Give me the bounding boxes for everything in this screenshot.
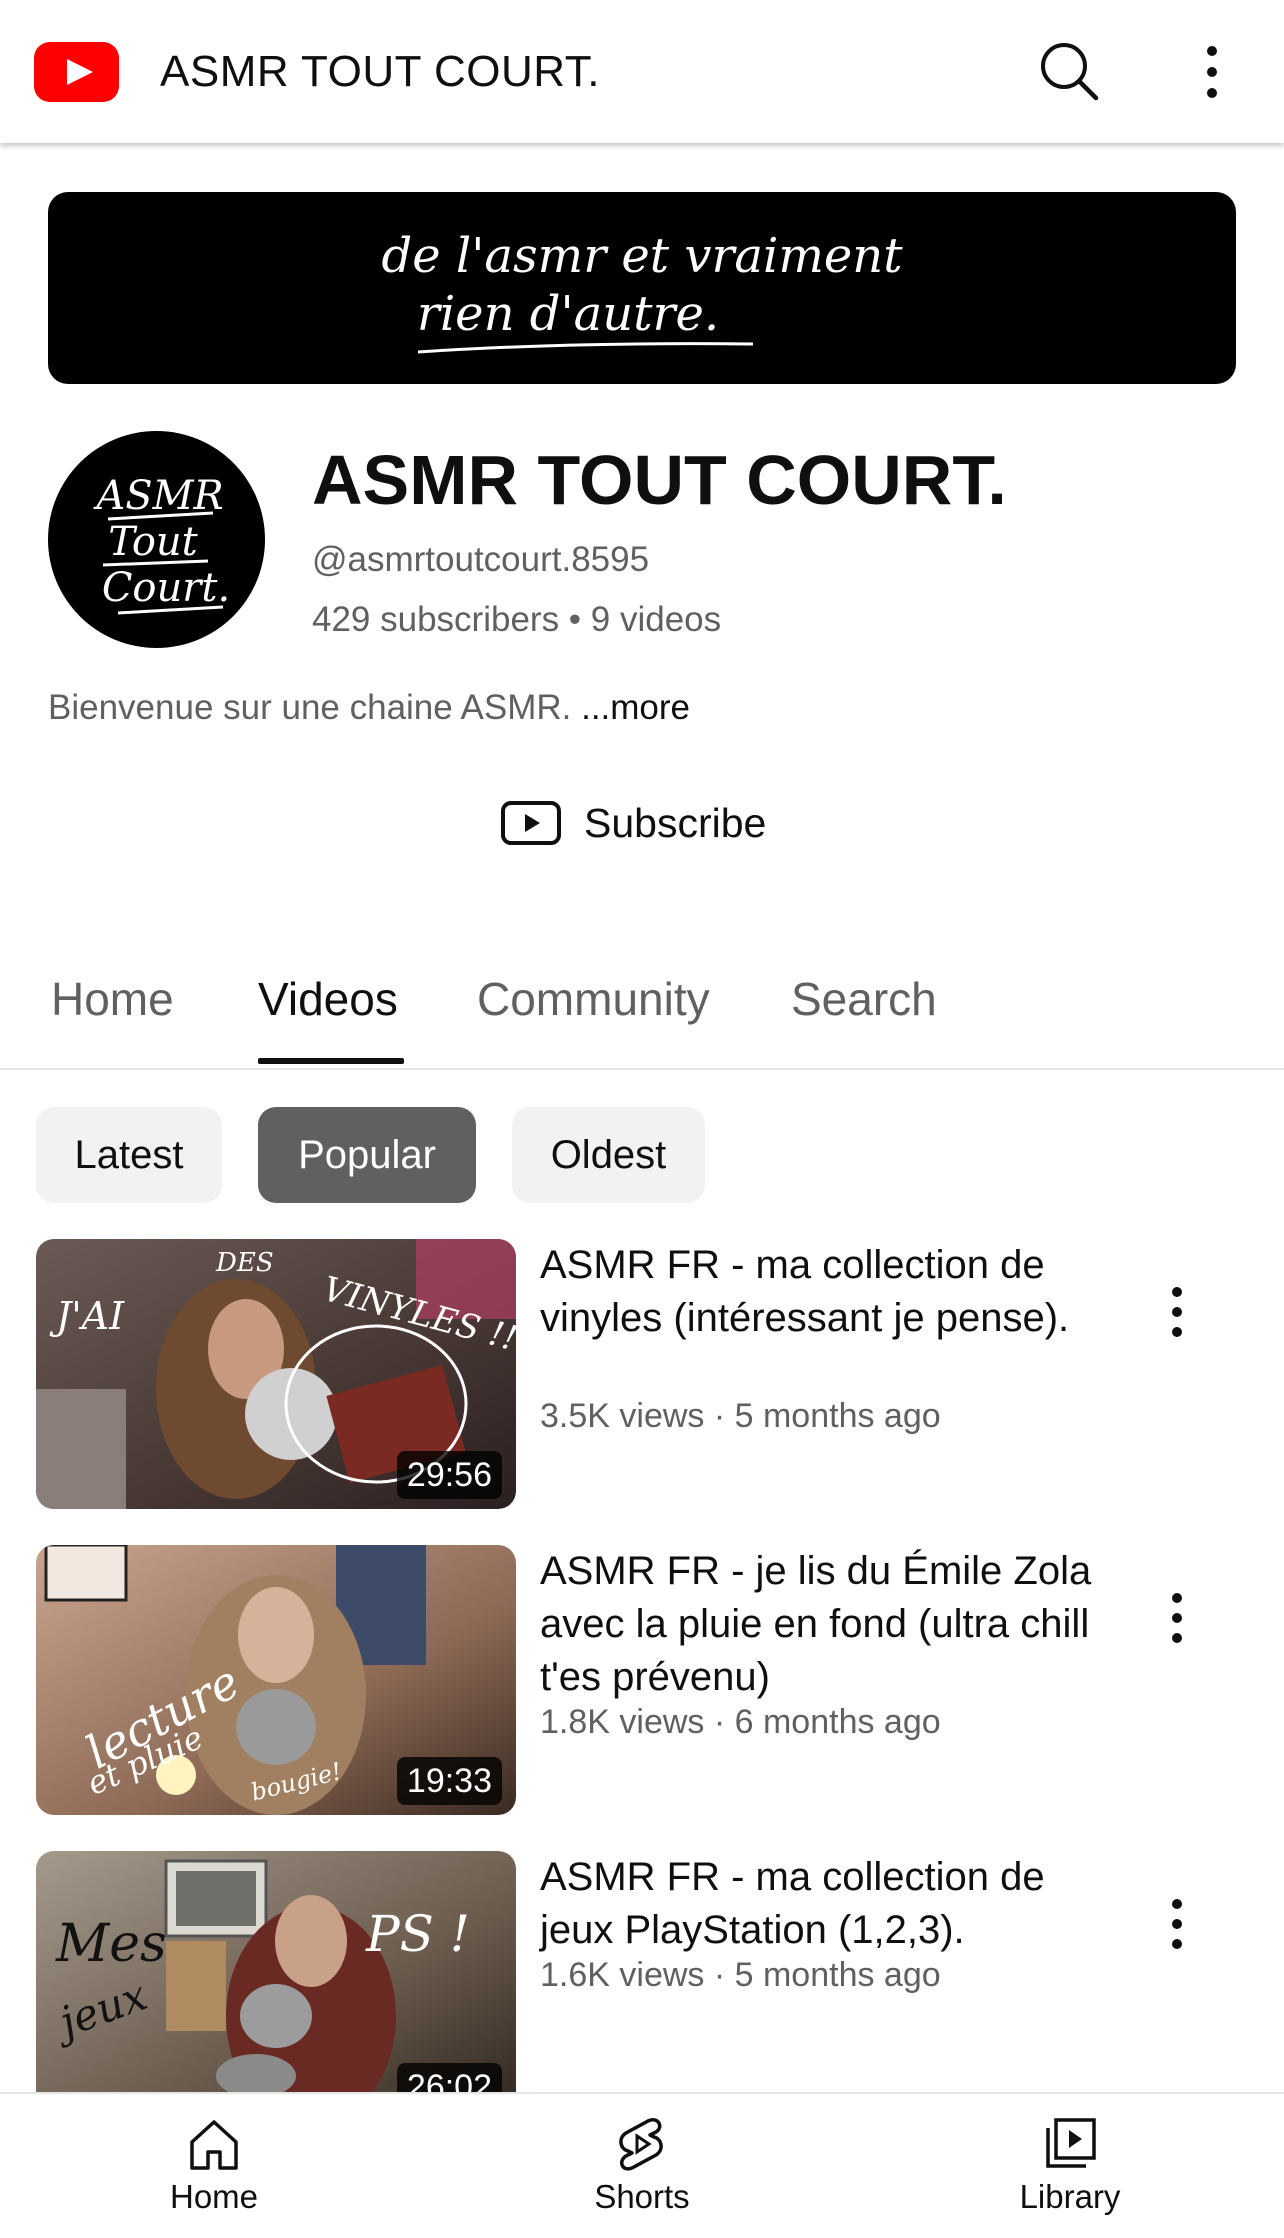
video-thumbnail[interactable]: Mes jeux PS ! 26:02 <box>36 1851 516 2121</box>
video-title[interactable]: ASMR FR - ma collection de jeux PlayStat… <box>540 1851 1100 1957</box>
video-meta: 3.5K views · 5 months ago <box>540 1397 941 1435</box>
top-app-bar: ASMR TOUT COURT. <box>0 0 1284 143</box>
nav-shorts-label: Shorts <box>594 2178 690 2215</box>
search-icon[interactable] <box>1036 38 1102 104</box>
banner-line-1: de l'asmr et vraiment <box>381 228 903 284</box>
bottom-navigation: Home Shorts Library <box>0 2092 1284 2238</box>
chip-latest[interactable]: Latest <box>36 1107 222 1203</box>
nav-library[interactable]: Library <box>920 2094 1220 2238</box>
more-vert-icon[interactable] <box>1160 1284 1194 1340</box>
chip-oldest[interactable]: Oldest <box>512 1107 705 1203</box>
tab-home[interactable]: Home <box>51 969 174 1029</box>
video-meta: 1.8K views · 6 months ago <box>540 1703 941 1741</box>
nav-shorts[interactable]: Shorts <box>492 2094 792 2238</box>
active-tab-indicator <box>258 1058 404 1064</box>
thumb-text: J'AI <box>49 1294 125 1338</box>
tab-search[interactable]: Search <box>791 969 937 1029</box>
thumb-text: DES <box>215 1248 274 1278</box>
avatar-text-3: Court. <box>102 565 230 611</box>
subscriptions-icon <box>501 801 561 845</box>
shorts-icon <box>619 2118 663 2171</box>
thumb-text: Mes <box>55 1914 167 1974</box>
channel-description[interactable]: Bienvenue sur une chaine ASMR. ...more <box>48 686 690 730</box>
video-duration: 29:56 <box>396 1451 502 1499</box>
video-title[interactable]: ASMR FR - je lis du Émile Zola avec la p… <box>540 1545 1100 1704</box>
more-vert-icon[interactable] <box>1190 40 1234 104</box>
nav-home-label: Home <box>169 2178 259 2215</box>
banner-line-2: rien d'autre. <box>417 286 719 342</box>
channel-tabs: Home Videos Community Search <box>0 955 1284 1070</box>
channel-avatar[interactable]: ASMR Tout Court. <box>48 431 265 648</box>
channel-stats: 429 subscribers • 9 videos <box>312 600 722 639</box>
video-title[interactable]: ASMR FR - ma collection de vinyles (inté… <box>540 1239 1100 1345</box>
more-vert-icon[interactable] <box>1160 1896 1194 1952</box>
nav-library-label: Library <box>1019 2178 1121 2215</box>
top-bar-title: ASMR TOUT COURT. <box>160 47 600 96</box>
more-vert-icon[interactable] <box>1160 1590 1194 1646</box>
thumb-text: PS ! <box>365 1905 470 1963</box>
chip-popular[interactable]: Popular <box>258 1107 476 1203</box>
library-icon <box>1046 2118 1096 2168</box>
tab-community[interactable]: Community <box>477 969 710 1029</box>
video-thumbnail[interactable]: J'AI DES VINYLES !! 29:56 <box>36 1239 516 1509</box>
youtube-logo-icon[interactable] <box>34 42 119 102</box>
description-text: Bienvenue sur une chaine ASMR. <box>48 688 582 727</box>
channel-name: ASMR TOUT COURT. <box>312 441 1007 519</box>
subscribe-button[interactable]: Subscribe <box>500 790 766 856</box>
video-meta: 1.6K views · 5 months ago <box>540 1956 941 1994</box>
home-icon <box>190 2120 238 2170</box>
avatar-text-2: Tout <box>108 519 198 565</box>
channel-banner: de l'asmr et vraiment rien d'autre. <box>48 192 1236 384</box>
description-more-link[interactable]: ...more <box>581 688 690 727</box>
subscribe-label: Subscribe <box>584 799 767 846</box>
nav-home[interactable]: Home <box>64 2094 364 2238</box>
video-thumbnail[interactable]: lecture et pluie bougie! 19:33 <box>36 1545 516 1815</box>
tab-videos[interactable]: Videos <box>258 969 398 1029</box>
video-duration: 19:33 <box>396 1757 502 1805</box>
channel-handle: @asmrtoutcourt.8595 <box>312 540 650 579</box>
